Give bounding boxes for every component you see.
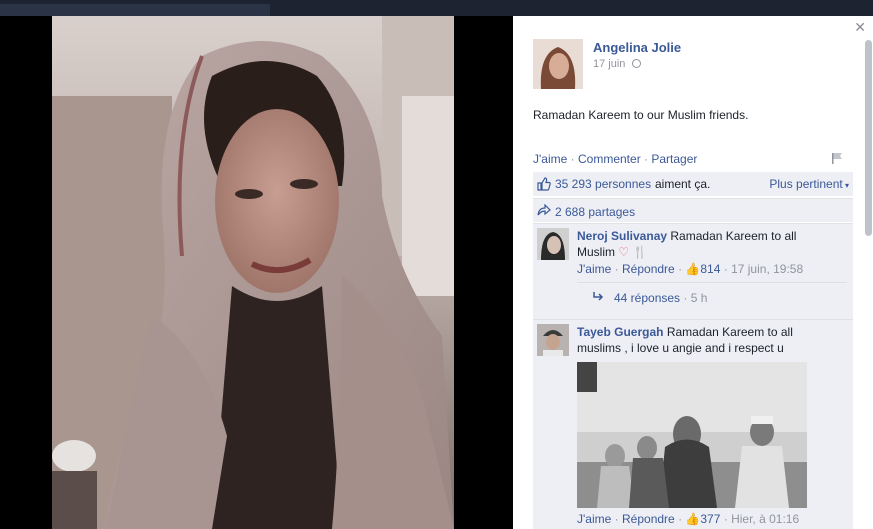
post-actions: J'aime · Commenter · Partager — [533, 152, 697, 166]
view-replies[interactable]: 44 réponses · 5 h — [577, 282, 847, 312]
comment-like-button[interactable]: J'aime — [577, 512, 611, 526]
separator-dot: · — [683, 291, 691, 305]
likes-summary: 35 293 personnes aiment ça. Plus pertine… — [533, 172, 853, 196]
chevron-down-icon: ▾ — [842, 181, 849, 190]
shares-summary: 2 688 partages — [533, 198, 853, 222]
thumbs-up-icon — [537, 177, 551, 191]
post-date-text[interactable]: 17 juin — [593, 58, 625, 70]
flag-icon[interactable] — [831, 152, 843, 164]
post-author-name[interactable]: Angelina Jolie — [593, 40, 681, 55]
comment-author[interactable]: Neroj Sulivanay — [577, 229, 667, 243]
comment-time[interactable]: Hier, à 01:16 — [731, 512, 799, 526]
comment-reply-button[interactable]: Répondre — [622, 262, 675, 276]
likes-suffix: aiment ça. — [655, 177, 711, 191]
comment-author[interactable]: Tayeb Guergah — [577, 325, 663, 339]
comment-reply-button[interactable]: Répondre — [622, 512, 675, 526]
likes-count[interactable]: 35 293 personnes — [555, 177, 651, 191]
comment-sort-dropdown[interactable]: Plus pertinent ▾ — [769, 177, 849, 191]
shares-count[interactable]: 2 688 partages — [555, 205, 635, 219]
black-and-white-children-photo — [577, 362, 807, 508]
post-panel: ✕ Angelina Jolie 17 juin Ramadan Kareem … — [513, 16, 873, 529]
comment-body: Neroj Sulivanay Ramadan Kareem to all Mu… — [577, 228, 847, 260]
comment-time[interactable]: 17 juin, 19:58 — [731, 262, 803, 276]
like-button[interactable]: J'aime — [533, 152, 567, 166]
separator-dot: · — [614, 512, 622, 526]
comment-likes-count[interactable]: 814 — [700, 262, 720, 276]
comment-body: Tayeb Guergah Ramadan Kareem to all musl… — [577, 324, 847, 356]
author-avatar[interactable] — [533, 39, 583, 89]
reply-arrow-icon — [593, 292, 604, 301]
heart-emoji-icon: ♡ — [618, 245, 630, 259]
comment-meta: J'aime · Répondre · 👍814 · 17 juin, 19:5… — [577, 262, 803, 276]
photo-stage — [0, 16, 513, 529]
comment-like-button[interactable]: J'aime — [577, 262, 611, 276]
main-photo — [52, 16, 454, 529]
separator-dot: · — [723, 262, 732, 276]
separator-dot: · — [570, 152, 578, 166]
thumbs-up-icon: 👍 — [685, 512, 701, 526]
facebook-top-bar — [0, 0, 873, 18]
sort-label[interactable]: Plus pertinent — [769, 177, 842, 191]
separator-dot: · — [723, 512, 732, 526]
comment-avatar[interactable] — [537, 228, 569, 260]
comment-text-line2: Muslim — [577, 245, 615, 259]
comment-meta: J'aime · Répondre · 👍377 · Hier, à 01:16 — [577, 512, 799, 526]
fork-knife-emoji-icon: 🍴 — [632, 245, 648, 259]
close-icon[interactable]: ✕ — [854, 19, 866, 36]
comment-attached-photo[interactable] — [577, 362, 807, 508]
replies-link[interactable]: 44 réponses · 5 h — [614, 291, 707, 305]
comment-text-line2: muslims , i love u angie and i respect u — [577, 341, 784, 355]
thumbs-up-icon: 👍 — [685, 262, 701, 276]
separator-dot: · — [614, 262, 622, 276]
replies-time: 5 h — [690, 291, 708, 305]
comment-text-line1: Ramadan Kareem to all — [666, 325, 793, 339]
post-timestamp[interactable]: 17 juin — [593, 58, 642, 70]
comment-button[interactable]: Commenter — [578, 152, 641, 166]
globe-icon — [632, 59, 642, 68]
woman-in-headscarf-photo — [52, 16, 454, 529]
comment-item: Tayeb Guergah Ramadan Kareem to all musl… — [533, 319, 853, 529]
share-button[interactable]: Partager — [651, 152, 697, 166]
comment-likes-count[interactable]: 377 — [700, 512, 720, 526]
comment-item: Neroj Sulivanay Ramadan Kareem to all Mu… — [533, 223, 853, 319]
share-arrow-icon — [537, 204, 551, 216]
post-text: Ramadan Kareem to our Muslim friends. — [533, 108, 749, 122]
comment-text-line1: Ramadan Kareem to all — [670, 229, 797, 243]
comment-avatar[interactable] — [537, 324, 569, 356]
replies-count[interactable]: 44 réponses — [614, 291, 680, 305]
scrollbar[interactable] — [865, 40, 872, 236]
